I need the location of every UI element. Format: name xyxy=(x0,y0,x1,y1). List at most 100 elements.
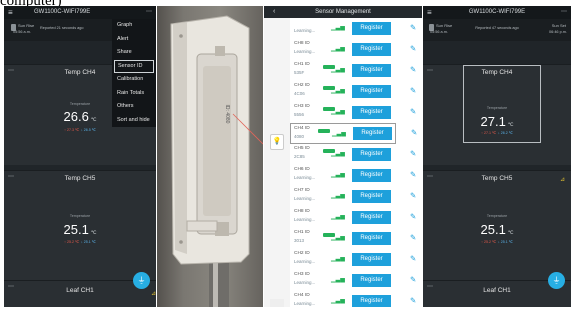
temperature-label: Temperature xyxy=(486,106,508,110)
register-button[interactable]: Register xyxy=(352,85,391,98)
arrow-down-icon: ↓ xyxy=(81,240,83,244)
sensor-row: CH1 ID 535F ▁▃▅ Register ✎ xyxy=(264,60,422,81)
sensor-status: 2C85 xyxy=(294,154,305,159)
min-temp: 26.5 ℃ xyxy=(83,128,96,132)
menu-item-others[interactable]: Others xyxy=(112,100,156,114)
sensor-status: 4080 xyxy=(294,134,305,139)
channel-id: CH2 ID xyxy=(294,83,310,88)
sensor-status: Learning... xyxy=(294,28,316,33)
menu-item-graph[interactable]: Graph xyxy=(112,19,156,33)
sun-rise-label: Sun Rise xyxy=(18,23,35,28)
channel-id: CH7 ID xyxy=(294,188,310,193)
chart-icon[interactable]: ⊿ xyxy=(151,290,156,297)
edit-icon[interactable]: ✎ xyxy=(410,296,416,305)
sun-strip: Sun Rise 05:56 a.m. Reported 47 seconds … xyxy=(423,19,571,41)
sensor-status: 3013 xyxy=(294,238,305,243)
signal-icon: ▁▃▅ xyxy=(331,193,345,199)
menu-item-rain-totals[interactable]: Rain Totals xyxy=(112,87,156,101)
edit-icon[interactable]: ✎ xyxy=(410,254,416,263)
device-title: GW1100C-WIFI799E xyxy=(34,9,91,15)
channel-id: CH8 ID xyxy=(294,209,310,214)
edit-icon[interactable]: ✎ xyxy=(410,149,416,158)
arrow-up-icon: ↑ xyxy=(481,240,483,244)
register-button[interactable]: Register xyxy=(352,43,391,56)
sensor-row: CH4 ID Learning... ▁▃▅ Register ✎ xyxy=(264,291,422,307)
sun-set-time: 06:46 p.m. xyxy=(549,30,567,34)
signal-icon: ▁▃▅ xyxy=(331,277,345,283)
sensor-status: Learning... xyxy=(294,49,316,54)
register-button[interactable]: Register xyxy=(353,127,392,140)
register-button[interactable]: Register xyxy=(352,295,391,307)
register-button[interactable]: Register xyxy=(352,169,391,182)
edit-icon[interactable]: ✎ xyxy=(410,191,416,200)
register-button[interactable]: Register xyxy=(352,253,391,266)
menu-item-alert[interactable]: Alert xyxy=(112,33,156,47)
register-button[interactable]: Register xyxy=(352,232,391,245)
edit-icon[interactable]: ✎ xyxy=(410,107,416,116)
temperature-value: 27.1 ℃ xyxy=(480,114,514,129)
edit-icon[interactable]: ✎ xyxy=(410,86,416,95)
register-button[interactable]: Register xyxy=(352,64,391,77)
edit-icon[interactable]: ✎ xyxy=(410,233,416,242)
ellipsis-icon[interactable]: ⋯ xyxy=(561,6,567,19)
signal-icon: ▁▃▅ xyxy=(331,214,345,220)
menu-item-share[interactable]: Share xyxy=(112,46,156,60)
edit-icon[interactable]: ✎ xyxy=(410,170,416,179)
card-title: Leaf CH1 xyxy=(483,287,511,294)
chart-icon[interactable]: ⊿ xyxy=(560,176,565,183)
battery-icon xyxy=(318,129,330,133)
page-title: Sensor Management xyxy=(315,9,371,15)
sensor-status: Learning... xyxy=(294,280,316,285)
edit-icon[interactable]: ✎ xyxy=(410,65,416,74)
menu-item-sensor-id[interactable]: Sensor ID xyxy=(114,59,154,73)
battery-icon xyxy=(323,233,335,237)
sensor-row: CH8 ID Learning... ▁▃▅ Register ✎ xyxy=(264,39,422,60)
hamburger-icon[interactable]: ≡ xyxy=(8,6,13,19)
edit-icon[interactable]: ✎ xyxy=(411,128,417,137)
channel-id: CH5 ID xyxy=(294,146,310,151)
signal-icon: ▁▃▅ xyxy=(331,46,345,52)
sensor-row: CH5 ID 2C85 ▁▃▅ Register ✎ xyxy=(264,144,422,165)
sensor-card-temp-ch5[interactable]: ⋯ Temp CH5 Temperature 25.1 ℃ ↑ 25.2 ℃ ↓ … xyxy=(4,170,156,281)
min-max-row: ↑ 27.3 ℃ ↓ 26.5 ℃ xyxy=(4,128,156,132)
sun-rise-time: 05:56 a.m. xyxy=(430,30,448,34)
sensor-card-temp-ch5[interactable]: ⋯ Temp CH5 Temperature 25.1 ℃ ↑ 25.2 ℃ ↓ … xyxy=(423,170,571,281)
channel-id: CH2 ID xyxy=(294,251,310,256)
card-title: Leaf CH1 xyxy=(66,287,94,294)
min-temp: 25.1 ℃ xyxy=(500,240,513,244)
sensor-status: Learning... xyxy=(294,301,316,306)
register-button[interactable]: Register xyxy=(352,148,391,161)
edit-icon[interactable]: ✎ xyxy=(410,23,416,32)
battery-icon xyxy=(323,107,335,111)
top-bar: ‹ Sensor Management xyxy=(264,6,422,18)
register-button[interactable]: Register xyxy=(352,22,391,35)
sensor-id-sticker: ID: 4080 xyxy=(221,91,233,141)
channel-id: CH3 ID xyxy=(294,104,310,109)
filter-icon[interactable]: ⏚ xyxy=(133,272,150,289)
sensor-status: 5556 xyxy=(294,112,305,117)
register-button[interactable]: Register xyxy=(352,211,391,224)
edit-icon[interactable]: ✎ xyxy=(410,275,416,284)
sensor-row: Learning... ▁▃▅ Register ✎ xyxy=(264,18,422,39)
battery-icon xyxy=(323,65,335,69)
edit-icon[interactable]: ✎ xyxy=(410,212,416,221)
menu-item-sort-and-hide[interactable]: Sort and hide xyxy=(112,114,156,128)
temperature-label: Temperature xyxy=(69,214,91,218)
sensor-row: CH3 ID 5556 ▁▃▅ Register ✎ xyxy=(264,102,422,123)
sensor-row: CH1 ID 3013 ▁▃▅ Register ✎ xyxy=(264,228,422,249)
edit-icon[interactable]: ✎ xyxy=(410,44,416,53)
menu-item-calibration[interactable]: Calibration xyxy=(112,73,156,87)
register-button[interactable]: Register xyxy=(352,106,391,119)
register-button[interactable]: Register xyxy=(352,190,391,203)
register-button[interactable]: Register xyxy=(352,274,391,287)
sensor-card-temp-ch4[interactable]: ⋯ Temp CH4 Temperature 27.1 ℃ ↑ 27.1 ℃ ↓ … xyxy=(423,64,571,165)
arrow-up-icon: ↑ xyxy=(64,240,66,244)
sensor-row: CH4 ID 4080 ▁▃▅ Register ✎ xyxy=(290,123,417,144)
channel-id: CH4 ID xyxy=(294,126,310,131)
signal-icon: ▁▃▅ xyxy=(331,172,345,178)
sensor-row: CH3 ID Learning... ▁▃▅ Register ✎ xyxy=(264,270,422,291)
ellipsis-icon[interactable]: ⋯ xyxy=(146,6,152,19)
sensor-row: CH6 ID Learning... ▁▃▅ Register ✎ xyxy=(264,165,422,186)
filter-icon[interactable]: ⏚ xyxy=(548,272,565,289)
sensor-status: 4C06 xyxy=(294,91,305,96)
